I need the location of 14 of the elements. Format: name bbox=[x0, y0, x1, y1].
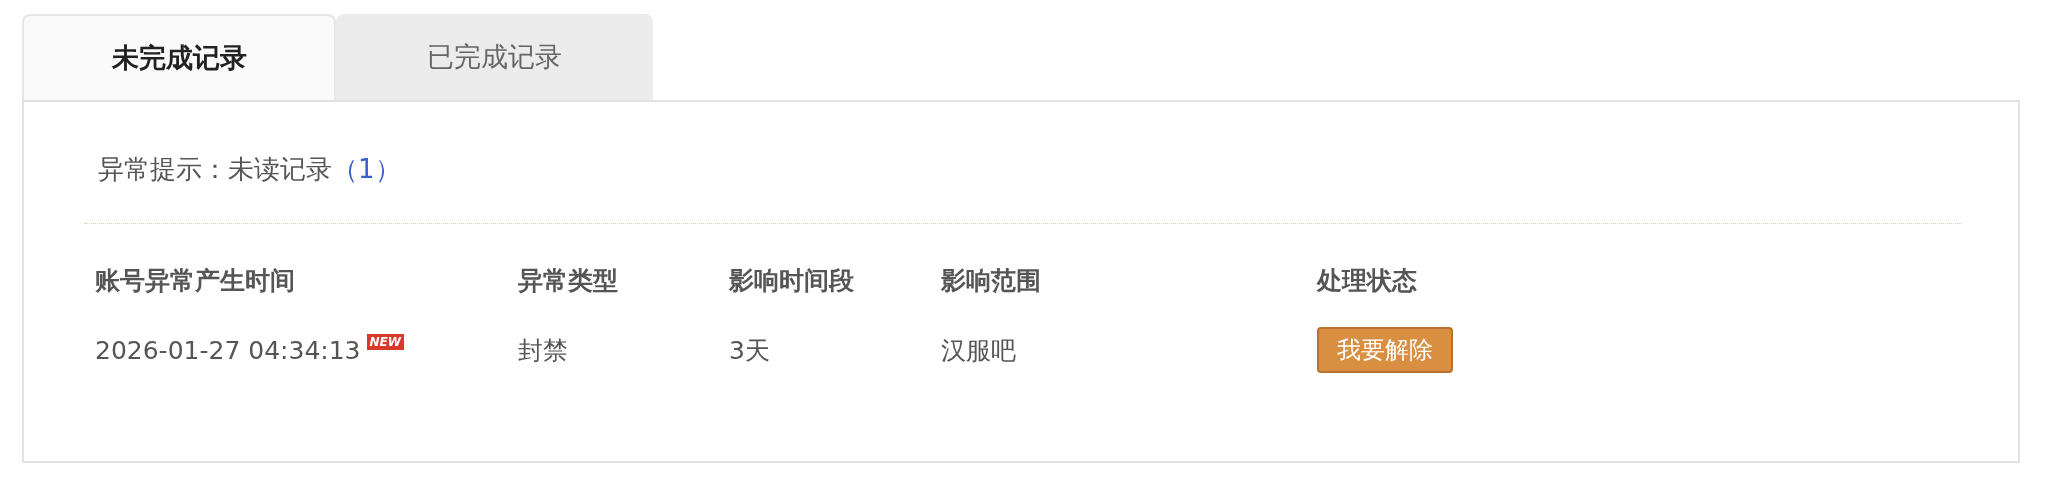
new-badge: NEW bbox=[366, 334, 404, 350]
tab[interactable]: 已完成记录 bbox=[336, 14, 653, 100]
unread-count[interactable]: （1） bbox=[332, 152, 401, 187]
column-header: 异常类型 bbox=[518, 265, 619, 297]
table-cell-text: 3天 bbox=[729, 334, 771, 367]
column-header: 账号异常产生时间 bbox=[95, 265, 296, 297]
table-cell-text: 封禁 bbox=[518, 334, 569, 367]
notice-label: 异常提示：未读记录 bbox=[98, 153, 332, 186]
column-header: 影响范围 bbox=[941, 265, 1042, 297]
tab[interactable]: 未完成记录 bbox=[22, 14, 336, 100]
column-header: 影响时间段 bbox=[729, 265, 855, 297]
table-cell: 2026-01-27 04:34:13 bbox=[95, 335, 361, 365]
column-header: 处理状态 bbox=[1317, 265, 1418, 297]
table-cell-text: 汉服吧 bbox=[941, 334, 1017, 367]
